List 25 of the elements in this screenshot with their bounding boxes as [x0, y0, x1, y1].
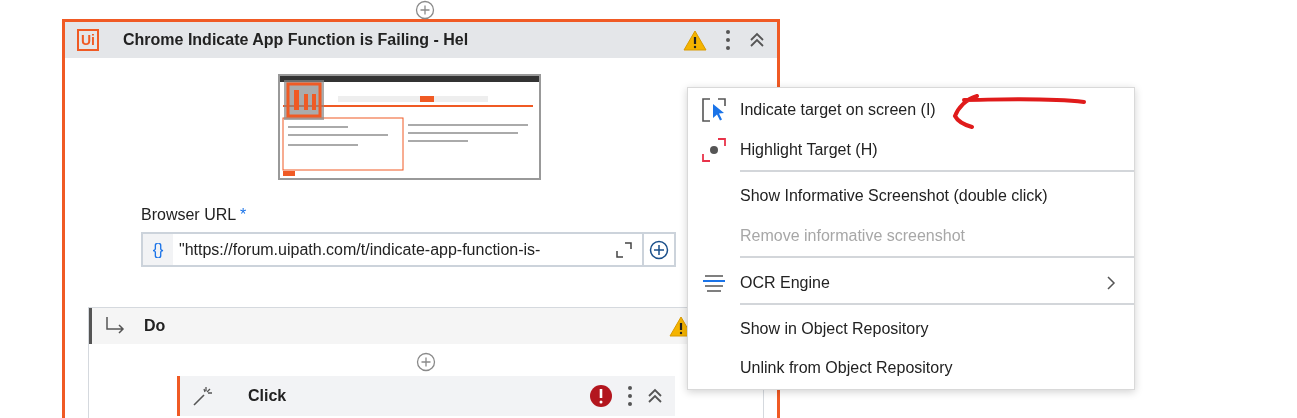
cursor-target-icon	[702, 97, 726, 122]
branch-arrow-icon	[104, 316, 126, 336]
more-icon[interactable]	[725, 29, 731, 51]
collapse-icon[interactable]	[647, 388, 663, 404]
field-label: Browser URL *	[141, 206, 248, 224]
app-logo: Ui	[77, 29, 99, 51]
menu-item[interactable]: Unlink from Object Repository	[688, 348, 1134, 387]
url-field[interactable]: {} "https://forum.uipath.com/t/indicate-app-function-is-	[141, 232, 676, 267]
menu-item[interactable]: Show Informative Screenshot (double click)	[688, 176, 1134, 215]
collapse-icon[interactable]	[749, 32, 765, 48]
click-activity-card[interactable]: Click	[177, 376, 675, 416]
menu-item[interactable]: Indicate target on screen (I)	[688, 90, 1134, 129]
click-wand-icon	[192, 385, 214, 407]
more-icon[interactable]	[627, 385, 633, 407]
highlight-icon	[702, 137, 726, 162]
expression-toggle[interactable]: {}	[143, 234, 173, 265]
add-icon[interactable]	[416, 352, 436, 372]
expand-icon[interactable]	[616, 241, 632, 258]
sequence-title: Do	[144, 317, 167, 335]
menu-item[interactable]: Show in Object Repository	[688, 309, 1134, 348]
screenshot-thumbnail-drawing[interactable]	[278, 74, 541, 180]
activity-title: Chrome Indicate App Function is Failing - Hel	[123, 31, 470, 49]
ocr-lines-icon	[703, 273, 725, 292]
activity-title: Click	[248, 387, 288, 405]
add-icon[interactable]	[415, 0, 435, 20]
